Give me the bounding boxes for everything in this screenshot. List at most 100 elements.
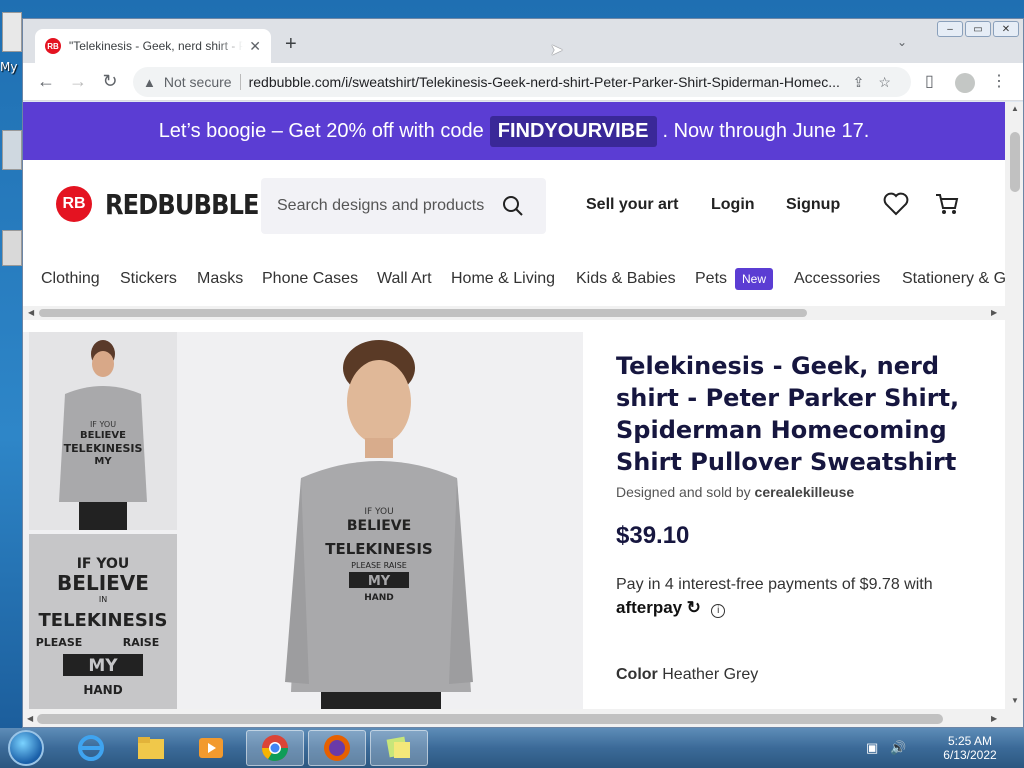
bookmark-star-icon[interactable]: ☆ — [878, 74, 891, 91]
promo-code: FINDYOURVIBE — [489, 115, 657, 147]
desktop-icon-folder[interactable] — [2, 130, 22, 170]
heart-icon[interactable] — [883, 192, 909, 216]
nav-clothing[interactable]: Clothing — [41, 270, 100, 288]
logo-text[interactable]: REDBUBBLE — [105, 188, 260, 221]
redbubble-favicon-icon: RB — [45, 38, 61, 54]
design-thumbnail-image: IF YOU BELIEVE IN TELEKINESIS PLEASE RAI… — [36, 556, 168, 697]
design-line-3: IN — [99, 595, 107, 604]
main-product-image[interactable]: IF YOU BELIEVE TELEKINESIS PLEASE RAISE … — [181, 332, 583, 709]
thumbnail-design[interactable]: IF YOU BELIEVE IN TELEKINESIS PLEASE RAI… — [29, 534, 177, 709]
start-button[interactable] — [8, 730, 44, 766]
nav-stationery[interactable]: Stationery & G — [902, 270, 1005, 288]
nav-home-living[interactable]: Home & Living — [451, 270, 555, 288]
scroll-left-arrow-icon[interactable]: ◀ — [28, 308, 34, 317]
svg-text:IF YOU: IF YOU — [364, 507, 393, 517]
afterpay-arrow-icon: ↻ — [686, 598, 701, 617]
tab-close-icon[interactable]: ✕ — [249, 38, 261, 55]
tab-title: "Telekinesis - Geek, nerd shirt - P — [69, 39, 244, 53]
forward-arrow-icon[interactable]: → — [67, 71, 89, 92]
desktop-icon-computer[interactable] — [2, 12, 22, 52]
thumbnail-model[interactable]: IF YOU BELIEVE TELEKINESIS MY — [29, 332, 177, 530]
browser-window: RB "Telekinesis - Geek, nerd shirt - P ✕… — [22, 18, 1024, 728]
nav-phone-cases[interactable]: Phone Cases — [262, 270, 358, 288]
taskbar-media-icon[interactable] — [182, 730, 240, 766]
profile-avatar-icon[interactable] — [955, 73, 975, 93]
nav-masks[interactable]: Masks — [197, 270, 243, 288]
share-icon[interactable]: ⇪ — [853, 74, 865, 91]
installment-line: Pay in 4 interest-free payments of $9.78… — [616, 576, 933, 593]
nav-wall-art[interactable]: Wall Art — [377, 270, 432, 288]
design-line-2: BELIEVE — [57, 571, 149, 595]
back-arrow-icon[interactable]: ← — [35, 71, 57, 92]
search-input[interactable] — [277, 197, 502, 215]
page-viewport: Let’s boogie – Get 20% off with code FIN… — [23, 102, 1005, 709]
product-details: Telekinesis - Geek, nerd shirt - Peter P… — [616, 350, 986, 684]
taskbar-ie-icon[interactable] — [62, 730, 120, 766]
nav-pets[interactable]: Pets — [695, 270, 727, 288]
design-line-7: MY — [88, 656, 118, 676]
search-box[interactable] — [261, 178, 546, 234]
page-scroll-right-arrow-icon[interactable]: ▶ — [991, 714, 997, 723]
redbubble-logo-icon[interactable]: RB — [56, 186, 92, 222]
info-icon[interactable]: i — [711, 604, 726, 618]
nav-kids-babies[interactable]: Kids & Babies — [576, 270, 676, 288]
page-scroll-left-arrow-icon[interactable]: ◀ — [27, 714, 33, 723]
url-text[interactable]: redbubble.com/i/sweatshirt/Telekinesis-G… — [249, 74, 839, 90]
new-tab-button[interactable]: + — [285, 33, 297, 56]
design-line-1: IF YOU — [77, 556, 130, 572]
new-badge: New — [735, 268, 774, 290]
side-panel-icon[interactable]: ▯ — [925, 71, 934, 91]
installment-text: Pay in 4 interest-free payments of $9.78… — [616, 576, 986, 618]
vertical-scroll-thumb[interactable] — [1010, 132, 1020, 192]
taskbar-sticky-notes-icon[interactable] — [370, 730, 428, 766]
volume-icon[interactable]: 🔊 — [890, 740, 906, 756]
page-horizontal-scrollbar[interactable]: ◀ ▶ — [23, 709, 1023, 727]
site-header: RB REDBUBBLE Sell your art Login Signup — [23, 160, 1005, 246]
seller-line: Designed and sold by cerealekilleuse — [616, 484, 986, 500]
promo-suffix: . Now through June 17. — [662, 119, 870, 142]
category-nav: Clothing Stickers Masks Phone Cases Wall… — [23, 246, 1005, 298]
tab-strip: RB "Telekinesis - Geek, nerd shirt - P ✕… — [23, 19, 1023, 63]
window-controls: – ▭ ✕ — [937, 21, 1019, 37]
category-scroll-thumb[interactable] — [39, 309, 807, 317]
scroll-up-arrow-icon[interactable]: ▲ — [1011, 104, 1019, 113]
warning-triangle-icon[interactable]: ▲ — [143, 75, 156, 90]
nav-accessories[interactable]: Accessories — [794, 270, 880, 288]
design-line-4: TELEKINESIS — [39, 610, 168, 631]
maximize-button[interactable]: ▭ — [965, 21, 991, 37]
design-line-5: PLEASE — [36, 636, 83, 649]
windows-taskbar: ▣ 🔊 5:25 AM 6/13/2022 — [0, 728, 1024, 768]
nav-stickers[interactable]: Stickers — [120, 270, 177, 288]
svg-text:MY: MY — [94, 456, 112, 467]
horizontal-scroll-thumb[interactable] — [37, 714, 943, 724]
mouse-cursor-icon: ➤ — [550, 42, 564, 59]
browser-tab[interactable]: RB "Telekinesis - Geek, nerd shirt - P ✕ — [35, 29, 271, 63]
minimize-button[interactable]: – — [937, 21, 963, 37]
svg-text:TELEKINESIS: TELEKINESIS — [325, 540, 432, 558]
taskbar-chrome-icon[interactable] — [246, 730, 304, 766]
search-icon[interactable] — [502, 195, 524, 217]
system-clock[interactable]: 5:25 AM 6/13/2022 — [930, 734, 1010, 762]
scroll-down-arrow-icon[interactable]: ▼ — [1011, 696, 1019, 705]
color-value: Heather Grey — [662, 666, 759, 683]
sell-your-art-link[interactable]: Sell your art — [586, 196, 678, 214]
login-link[interactable]: Login — [711, 196, 755, 214]
address-bar[interactable]: ▲ Not secure redbubble.com/i/sweatshirt/… — [133, 67, 911, 97]
taskbar-explorer-icon[interactable] — [122, 730, 180, 766]
network-icon[interactable]: ▣ — [866, 740, 878, 756]
scroll-right-arrow-icon[interactable]: ▶ — [991, 308, 997, 317]
desktop-icon-app[interactable] — [2, 230, 22, 266]
reload-icon[interactable]: ↻ — [99, 71, 121, 92]
menu-kebab-icon[interactable]: ⋮ — [991, 71, 1007, 91]
page-vertical-scrollbar[interactable]: ▲ ▼ — [1005, 102, 1023, 709]
category-scrollbar[interactable]: ◀ ▶ — [23, 306, 1005, 320]
seller-link[interactable]: cerealekilleuse — [755, 484, 855, 500]
promo-banner[interactable]: Let’s boogie – Get 20% off with code FIN… — [23, 102, 1005, 160]
product-price: $39.10 — [616, 522, 690, 549]
close-window-button[interactable]: ✕ — [993, 21, 1019, 37]
taskbar-firefox-icon[interactable] — [308, 730, 366, 766]
cart-icon[interactable] — [934, 192, 960, 216]
signup-link[interactable]: Signup — [786, 196, 840, 214]
tab-search-chevron-icon[interactable]: ⌄ — [897, 35, 907, 49]
not-secure-label[interactable]: Not secure — [164, 74, 232, 90]
